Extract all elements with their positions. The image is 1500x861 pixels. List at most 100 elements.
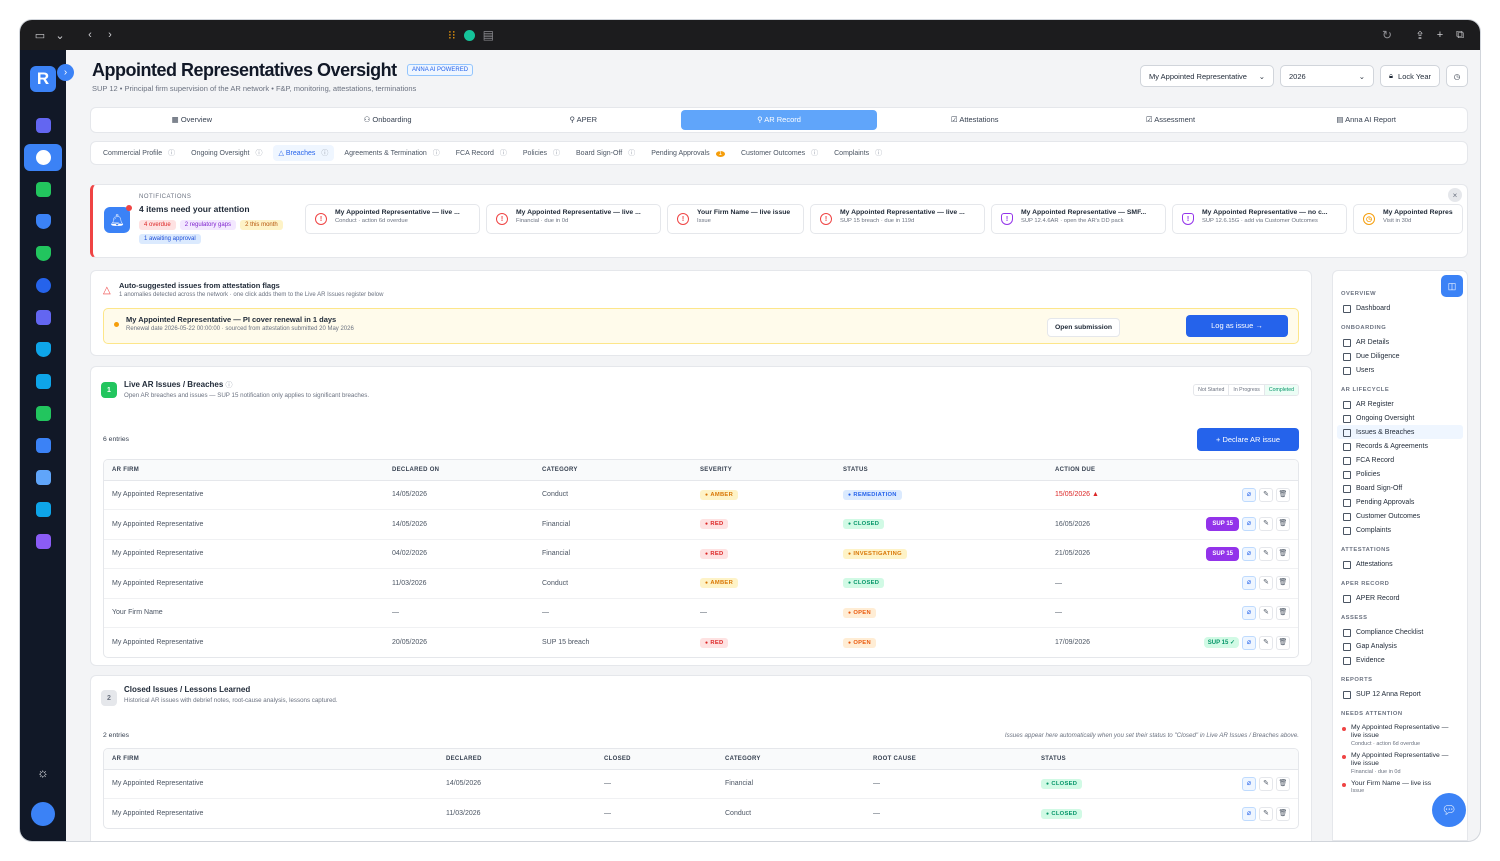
attach-icon[interactable]: ⌀ — [1242, 517, 1256, 532]
notification-card[interactable]: ◷ My Appointed Repres Visit in 30d — [1353, 204, 1463, 234]
delete-icon[interactable]: 🗑︎ — [1276, 517, 1290, 532]
subtab-complaints[interactable]: Complaints ⓘ — [828, 145, 888, 161]
lock-year-button[interactable]: 🔒︎ Lock Year — [1380, 65, 1440, 87]
table-row[interactable]: My Appointed Representative 04/02/2026 F… — [104, 539, 1298, 569]
nav-item-ar-register[interactable]: AR Register — [1337, 397, 1463, 411]
chart-nav-icon[interactable] — [24, 368, 62, 395]
users-nav-icon[interactable] — [24, 112, 62, 139]
building-nav-icon[interactable] — [24, 432, 62, 459]
attach-icon[interactable]: ⌀ — [1242, 576, 1256, 591]
sup15-button[interactable]: SUP 15 — [1206, 546, 1239, 561]
attach-icon[interactable]: ⌀ — [1242, 806, 1256, 821]
sup15-notified-badge[interactable]: SUP 15 ✓ — [1203, 637, 1239, 648]
delete-icon[interactable]: 🗑︎ — [1276, 806, 1290, 821]
attention-item[interactable]: My Appointed Representative — live issue… — [1337, 721, 1463, 749]
document-nav-icon[interactable] — [24, 176, 62, 203]
notification-card[interactable]: ! My Appointed Representative — live ... C… — [305, 204, 480, 234]
edit-icon[interactable]: ✎ — [1259, 517, 1273, 532]
delete-icon[interactable]: 🗑︎ — [1276, 487, 1290, 502]
declare-ar-issue-button[interactable]: + Declare AR issue — [1197, 428, 1299, 451]
progress-completed[interactable]: Completed — [1264, 385, 1298, 395]
sun-icon[interactable]: ☼ — [24, 759, 62, 786]
nav-item-attestations[interactable]: Attestations — [1337, 557, 1463, 571]
close-icon[interactable]: × — [1448, 188, 1462, 202]
share-icon[interactable]: ⇪ — [1410, 29, 1430, 42]
nav-item-gap-analysis[interactable]: Gap Analysis — [1337, 639, 1463, 653]
bell-icon[interactable]: 🔔︎ — [104, 205, 132, 233]
edit-icon[interactable]: ✎ — [1259, 776, 1273, 791]
subtab-customer-outcomes[interactable]: Customer Outcomes ⓘ — [735, 145, 824, 161]
col-category[interactable]: CATEGORY — [534, 460, 692, 481]
app-logo[interactable]: R — [30, 66, 56, 92]
progress-not-started[interactable]: Not Started — [1194, 385, 1230, 395]
edit-icon[interactable]: ✎ — [1259, 635, 1273, 650]
reload-icon[interactable]: ↻ — [1382, 28, 1392, 42]
panel-toggle-icon[interactable]: ◫ — [1441, 275, 1463, 297]
delete-icon[interactable]: 🗑︎ — [1276, 605, 1290, 620]
overdue-pill[interactable]: 4 overdue — [139, 220, 176, 230]
ar-select[interactable]: My Appointed Representative ⌄ — [1140, 65, 1274, 87]
nav-item-policies[interactable]: Policies — [1337, 467, 1463, 481]
attach-icon[interactable]: ⌀ — [1242, 776, 1256, 791]
subtab-ongoing-oversight[interactable]: Ongoing Oversight ⓘ — [185, 145, 268, 161]
table-row[interactable]: Your Firm Name — — — OPEN — ⌀✎🗑︎ — [104, 598, 1298, 628]
table-nav-icon[interactable] — [24, 464, 62, 491]
chevron-down-icon[interactable]: ⌄ — [50, 29, 70, 42]
nav-item-users[interactable]: Users — [1337, 363, 1463, 377]
attention-item[interactable]: My Appointed Representative — live issue… — [1337, 749, 1463, 777]
attach-icon[interactable]: ⌀ — [1242, 546, 1256, 561]
lock-shield-nav-icon[interactable] — [24, 336, 62, 363]
new-tab-icon[interactable]: + — [1430, 29, 1450, 41]
tab-onboarding[interactable]: ⚇ Onboarding — [290, 110, 486, 130]
nav-item-pending-approvals[interactable]: Pending Approvals — [1337, 495, 1463, 509]
regulatory-gaps-pill[interactable]: 2 regulatory gaps — [179, 220, 237, 230]
notification-card[interactable]: ! My Appointed Representative — SMF... SUP… — [991, 204, 1166, 234]
subtab-commercial-profile[interactable]: Commercial Profile ⓘ — [97, 145, 181, 161]
col-ar-firm[interactable]: AR FIRM — [104, 460, 384, 481]
sup15-button[interactable]: SUP 15 — [1206, 517, 1239, 532]
money-nav-icon[interactable] — [24, 400, 62, 427]
tab-aper[interactable]: ⚲ APER — [485, 110, 681, 130]
subtab-policies[interactable]: Policies ⓘ — [517, 145, 566, 161]
col-declared-on[interactable]: DECLARED ON — [384, 460, 534, 481]
nav-item-issues-breaches[interactable]: Issues & Breaches — [1337, 425, 1463, 439]
col-ar-firm[interactable]: AR FIRM — [104, 749, 438, 770]
apps-grid-icon[interactable]: ⁝⁝ — [448, 28, 456, 42]
progress-in-progress[interactable]: In Progress — [1229, 385, 1265, 395]
nav-item-evidence[interactable]: Evidence — [1337, 653, 1463, 667]
edit-icon[interactable]: ✎ — [1259, 576, 1273, 591]
table-row[interactable]: My Appointed Representative 20/05/2026 S… — [104, 628, 1298, 658]
tab-anna-ai-report[interactable]: ▤ Anna AI Report — [1268, 110, 1464, 130]
profile-avatar[interactable] — [24, 800, 62, 827]
tab-overview[interactable]: ▦ Overview — [94, 110, 290, 130]
table-row[interactable]: My Appointed Representative 11/03/2026 C… — [104, 568, 1298, 599]
expand-sidebar-icon[interactable]: › — [57, 64, 74, 81]
subtab-breaches[interactable]: △ Breaches ⓘ — [272, 145, 335, 161]
log-as-issue-button[interactable]: Log as issue → — [1186, 315, 1288, 337]
address-bar[interactable]: ⁝⁝ ▤ ↻ — [140, 25, 1400, 45]
table-row[interactable]: My Appointed Representative 14/05/2026 F… — [104, 509, 1298, 540]
attach-icon[interactable]: ⌀ — [1242, 605, 1256, 620]
sidebar-toggle-icon[interactable]: ▭ — [30, 29, 50, 42]
table-row[interactable]: My Appointed Representative 14/05/2026 C… — [104, 480, 1298, 510]
delete-icon[interactable]: 🗑︎ — [1276, 546, 1290, 561]
col-category[interactable]: CATEGORY — [717, 749, 865, 770]
attach-icon[interactable]: ⌀ — [1242, 635, 1256, 650]
tab-ar-record[interactable]: ⚲ AR Record — [681, 110, 877, 130]
edit-icon[interactable]: ✎ — [1259, 487, 1273, 502]
tab-attestations[interactable]: ☑ Attestations — [877, 110, 1073, 130]
attach-icon[interactable]: ⌀ — [1242, 487, 1256, 502]
history-button[interactable]: ◷ — [1446, 65, 1468, 87]
subtab-agreements-termination[interactable]: Agreements & Termination ⓘ — [338, 145, 445, 161]
col-status[interactable]: STATUS — [1033, 749, 1228, 770]
back-icon[interactable]: ‹ — [80, 29, 100, 41]
col-action-due[interactable]: ACTION DUE — [1047, 460, 1188, 481]
this-month-pill[interactable]: 2 this month — [240, 220, 283, 230]
grammarly-icon[interactable] — [463, 29, 475, 41]
nav-item-fca-record[interactable]: FCA Record — [1337, 453, 1463, 467]
nav-item-records-agreements[interactable]: Records & Agreements — [1337, 439, 1463, 453]
target-nav-icon[interactable] — [24, 272, 62, 299]
edit-icon[interactable]: ✎ — [1259, 546, 1273, 561]
year-select[interactable]: 2026 ⌄ — [1280, 65, 1374, 87]
nav-item-compliance-checklist[interactable]: Compliance Checklist — [1337, 625, 1463, 639]
